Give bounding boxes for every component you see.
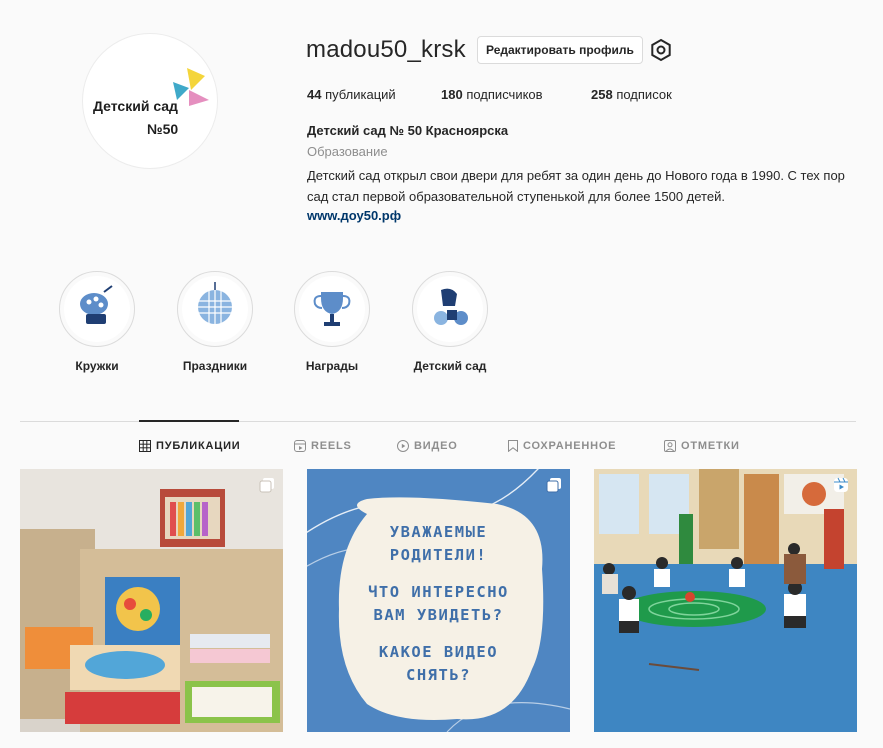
post-text-line: КАКОЕ ВИДЕО xyxy=(378,643,499,661)
avatar-text-line2: №50 xyxy=(147,121,179,137)
post-text-block: УВАЖАЕМЫЕ РОДИТЕЛИ! ЧТО ИНТЕРЕСНО ВАМ УВ… xyxy=(307,521,570,687)
tab-video[interactable]: ВИДЕО xyxy=(397,440,458,452)
profile-website-link[interactable]: www.доу50.рф xyxy=(307,208,401,223)
highlight-cover xyxy=(417,276,483,342)
highlight-cover xyxy=(182,276,248,342)
tab-reels[interactable]: REELS xyxy=(294,440,352,452)
profile-username: madou50_krsk xyxy=(306,36,466,63)
tab-label: REELS xyxy=(311,440,352,452)
reels-icon xyxy=(834,477,848,492)
bookmark-icon xyxy=(508,440,518,452)
followers-count: 180 xyxy=(441,87,463,102)
posts-label: публикаций xyxy=(325,87,396,102)
stat-posts[interactable]: 44 публикаций xyxy=(307,87,396,102)
tab-label: СОХРАНЕННОЕ xyxy=(523,440,617,452)
multiple-photos-icon xyxy=(546,478,561,493)
post-text-line: УВАЖАЕМЫЕ xyxy=(389,523,488,541)
highlight-cover xyxy=(299,276,365,342)
followers-label: подписчиков xyxy=(466,87,543,102)
tab-publications[interactable]: ПУБЛИКАЦИИ xyxy=(139,440,241,452)
highlight-ring xyxy=(177,271,253,347)
tag-icon xyxy=(664,440,676,452)
following-count: 258 xyxy=(591,87,613,102)
gym-photo xyxy=(594,469,857,732)
highlight-label: Праздники xyxy=(182,359,248,373)
edit-profile-button[interactable]: Редактировать профиль xyxy=(477,36,643,64)
highlight-label: Награды xyxy=(305,359,359,373)
settings-gear-icon[interactable] xyxy=(649,38,673,62)
profile-avatar[interactable]: Детский сад №50 xyxy=(82,33,218,169)
highlight-prazdniki[interactable]: Праздники xyxy=(176,271,254,373)
profile-category: Образование xyxy=(307,144,388,159)
palette-icon xyxy=(80,285,113,324)
tab-label: ОТМЕТКИ xyxy=(681,440,740,452)
highlight-cover xyxy=(64,276,130,342)
avatar-text-line1: Детский сад xyxy=(93,98,178,114)
posts-count: 44 xyxy=(307,87,322,102)
post-text-line: РОДИТЕЛИ! xyxy=(389,546,488,564)
following-label: подписок xyxy=(616,87,672,102)
trophy-icon xyxy=(313,292,351,326)
highlight-kruzhki[interactable]: Кружки xyxy=(58,271,136,373)
highlight-nagrady[interactable]: Награды xyxy=(293,271,371,373)
multiple-photos-icon xyxy=(259,478,274,493)
video-icon xyxy=(397,440,409,452)
highlight-ring xyxy=(412,271,488,347)
stat-followers[interactable]: 180 подписчиков xyxy=(441,87,543,102)
highlight-ring xyxy=(59,271,135,347)
post-text-line: СНЯТЬ? xyxy=(406,666,471,684)
highlight-ring xyxy=(294,271,370,347)
post-text-line: ЧТО ИНТЕРЕСНО xyxy=(368,583,509,601)
post-thumbnail-3[interactable] xyxy=(594,469,857,732)
stat-following[interactable]: 258 подписок xyxy=(591,87,672,102)
highlight-label: Детский сад xyxy=(413,359,487,373)
highlight-detskiy-sad[interactable]: Детский сад xyxy=(411,271,489,373)
post-text-line: ВАМ УВИДЕТЬ? xyxy=(373,606,504,624)
reels-icon xyxy=(294,440,306,452)
tab-label: ПУБЛИКАЦИИ xyxy=(156,440,241,452)
active-tab-indicator xyxy=(139,420,239,422)
post-thumbnail-2[interactable]: УВАЖАЕМЫЕ РОДИТЕЛИ! ЧТО ИНТЕРЕСНО ВАМ УВ… xyxy=(307,469,570,732)
profile-full-name: Детский сад № 50 Красноярска xyxy=(307,123,509,138)
profile-bio: Детский сад открыл свои двери для ребят … xyxy=(307,168,845,204)
post-thumbnail-1[interactable] xyxy=(20,469,283,732)
tab-saved[interactable]: СОХРАНЕННОЕ xyxy=(508,440,616,452)
toys-icon xyxy=(434,288,468,325)
highlight-label: Кружки xyxy=(75,359,119,373)
grid-icon xyxy=(139,440,151,452)
disco-ball-icon xyxy=(198,282,232,324)
toys-photo xyxy=(20,469,283,732)
tab-label: ВИДЕО xyxy=(414,440,458,452)
tab-tagged[interactable]: ОТМЕТКИ xyxy=(664,440,740,452)
